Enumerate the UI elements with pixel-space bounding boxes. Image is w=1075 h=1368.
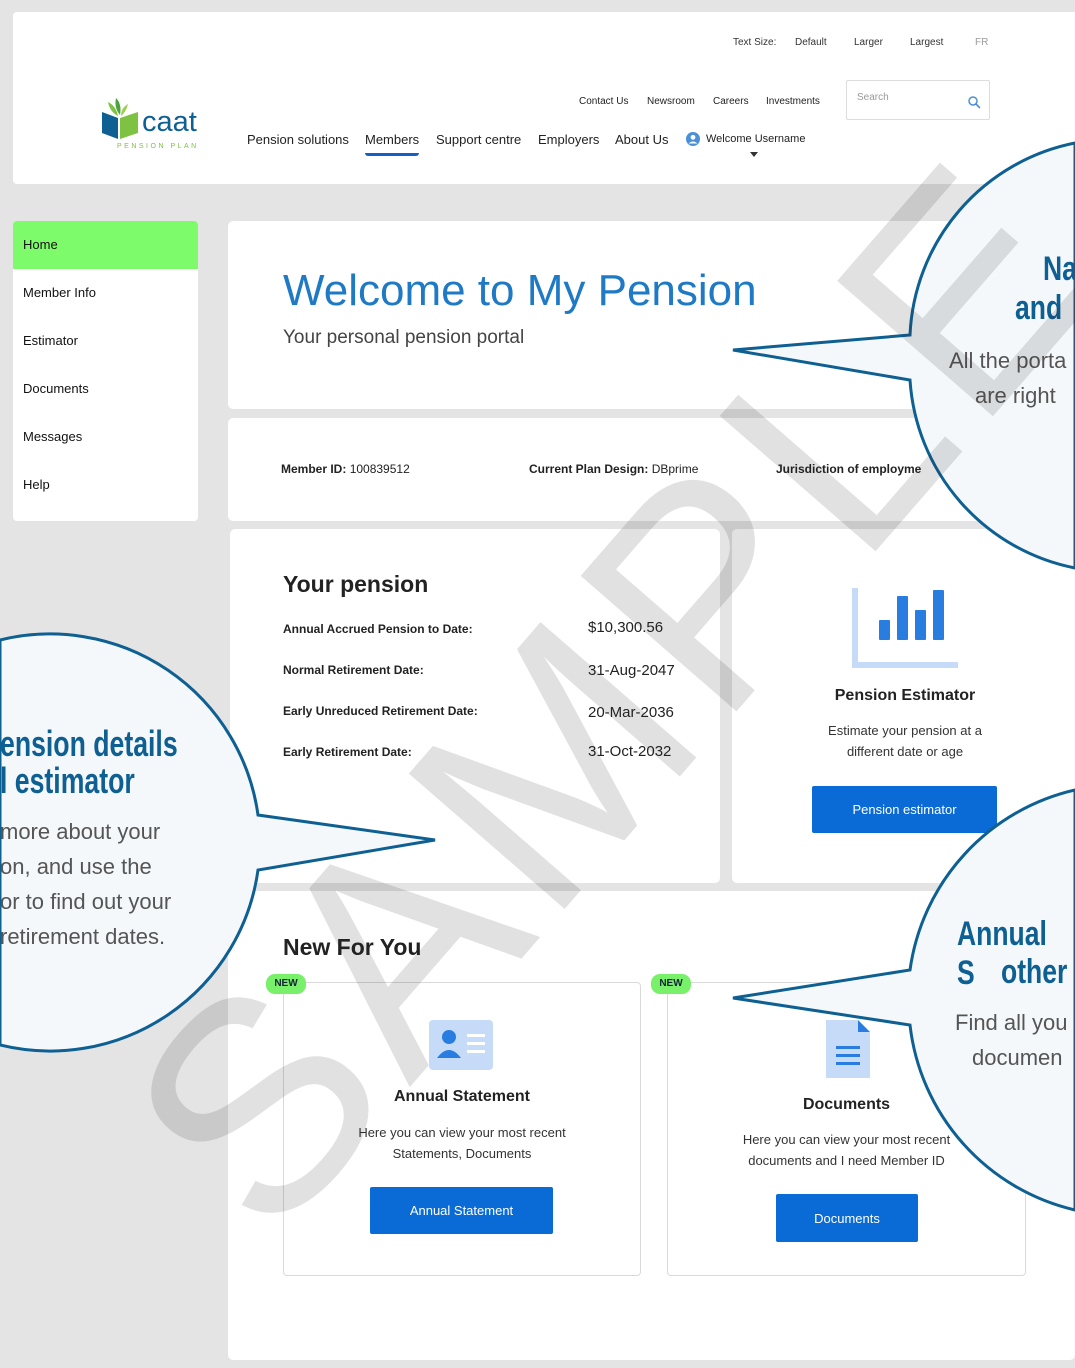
callout-left-body-4: retirement dates. bbox=[0, 924, 166, 949]
callout-left-body-3: or to find out your bbox=[0, 889, 172, 914]
callout-top-heading-1: Na bbox=[1043, 250, 1075, 288]
callout-right-shape bbox=[732, 788, 1075, 1212]
callout-left-heading-1: ension details bbox=[0, 723, 178, 764]
callout-top-body-1: All the porta bbox=[949, 348, 1067, 373]
callout-left-body-2: on, and use the bbox=[0, 854, 152, 879]
callout-left-body-1: more about your bbox=[0, 819, 161, 844]
callout-left-heading-2: l estimator bbox=[0, 760, 135, 801]
callout-bubbles bbox=[0, 141, 1075, 1212]
callout-top-body-2: are right bbox=[975, 383, 1056, 408]
callout-right-body-1: Find all you bbox=[955, 1010, 1068, 1035]
callout-top-heading-2: and bbox=[1015, 289, 1063, 327]
callout-right-heading-2: other bbox=[1001, 953, 1068, 991]
callout-right-body-2: documen bbox=[972, 1045, 1063, 1070]
